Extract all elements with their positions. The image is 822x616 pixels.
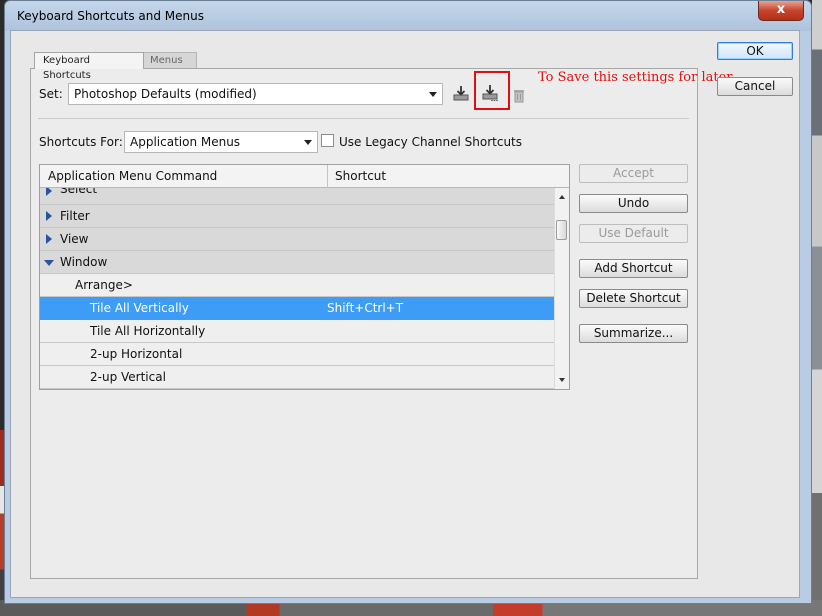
set-dropdown-value: Photoshop Defaults (modified) bbox=[74, 87, 257, 101]
table-row[interactable]: Tile All Horizontally bbox=[40, 320, 554, 343]
table-row[interactable]: Filter bbox=[40, 205, 554, 228]
close-button[interactable]: x bbox=[758, 1, 804, 21]
table-row[interactable]: Arrange> bbox=[40, 274, 554, 297]
row-shortcut[interactable]: Shift+Ctrl+T bbox=[327, 301, 403, 315]
add-shortcut-button[interactable]: Add Shortcut bbox=[579, 259, 688, 278]
column-header-command[interactable]: Application Menu Command bbox=[40, 165, 217, 188]
table-row[interactable]: 2-up Vertical bbox=[40, 366, 554, 389]
shortcuts-for-value: Application Menus bbox=[130, 135, 241, 149]
cancel-button[interactable]: Cancel bbox=[717, 77, 793, 96]
accept-button[interactable]: Accept bbox=[579, 164, 688, 183]
set-label: Set: bbox=[39, 87, 63, 101]
tab-menus[interactable]: Menus bbox=[141, 52, 197, 68]
scrollbar-thumb[interactable] bbox=[556, 220, 567, 240]
row-command: Tile All Horizontally bbox=[90, 324, 206, 338]
table-row[interactable]: 2-up Horizontal bbox=[40, 343, 554, 366]
legacy-channel-checkbox[interactable] bbox=[321, 134, 334, 147]
summarize-button[interactable]: Summarize... bbox=[579, 324, 688, 343]
expand-triangle-icon[interactable] bbox=[46, 188, 52, 196]
expand-triangle-icon[interactable] bbox=[46, 234, 52, 244]
table-row[interactable]: Window bbox=[40, 251, 554, 274]
scroll-down-arrow-icon[interactable] bbox=[559, 378, 565, 382]
row-command: 2-up Vertical bbox=[90, 370, 166, 384]
row-command: View bbox=[60, 232, 89, 246]
delete-shortcut-button[interactable]: Delete Shortcut bbox=[579, 289, 688, 308]
ok-button[interactable]: OK bbox=[717, 42, 793, 60]
row-command: Select bbox=[60, 188, 98, 196]
table-row-selected[interactable]: Tile All Vertically Shift+Ctrl+T bbox=[40, 297, 554, 320]
save-icon[interactable] bbox=[452, 84, 470, 102]
trash-icon[interactable] bbox=[510, 86, 528, 104]
title-bar: Keyboard Shortcuts and Menus x bbox=[5, 1, 811, 29]
window-title: Keyboard Shortcuts and Menus bbox=[17, 9, 204, 23]
row-command: Window bbox=[60, 255, 108, 269]
shortcuts-for-label: Shortcuts For: bbox=[39, 135, 123, 149]
scroll-up-arrow-icon[interactable] bbox=[559, 195, 565, 199]
shortcuts-table: Application Menu Command Shortcut Select… bbox=[39, 164, 570, 390]
undo-button[interactable]: Undo bbox=[579, 194, 688, 213]
row-command: Filter bbox=[60, 209, 90, 223]
table-row[interactable]: Select bbox=[40, 188, 554, 205]
annotation-text: To Save this settings for later bbox=[538, 70, 733, 85]
set-dropdown[interactable]: Photoshop Defaults (modified) bbox=[68, 83, 443, 105]
table-header: Application Menu Command Shortcut bbox=[40, 165, 569, 188]
chevron-down-icon bbox=[304, 140, 312, 145]
row-command: Tile All Vertically bbox=[90, 301, 189, 315]
row-command: Arrange> bbox=[75, 278, 133, 292]
highlight-box bbox=[474, 71, 510, 110]
chevron-down-icon bbox=[429, 92, 437, 97]
expand-triangle-icon[interactable] bbox=[46, 211, 52, 221]
shortcuts-for-dropdown[interactable]: Application Menus bbox=[124, 131, 318, 153]
background-photo-right bbox=[812, 0, 822, 616]
table-row[interactable]: View bbox=[40, 228, 554, 251]
column-header-shortcut[interactable]: Shortcut bbox=[327, 165, 386, 188]
tab-keyboard-shortcuts[interactable]: Keyboard Shortcuts bbox=[34, 52, 144, 81]
legacy-channel-label: Use Legacy Channel Shortcuts bbox=[339, 135, 523, 149]
table-body: Select Filter View Window Arrange> Tile … bbox=[40, 188, 554, 389]
divider bbox=[38, 118, 689, 119]
collapse-triangle-icon[interactable] bbox=[44, 260, 54, 266]
vertical-scrollbar[interactable] bbox=[554, 188, 569, 389]
row-command: 2-up Horizontal bbox=[90, 347, 183, 361]
use-default-button[interactable]: Use Default bbox=[579, 224, 688, 243]
